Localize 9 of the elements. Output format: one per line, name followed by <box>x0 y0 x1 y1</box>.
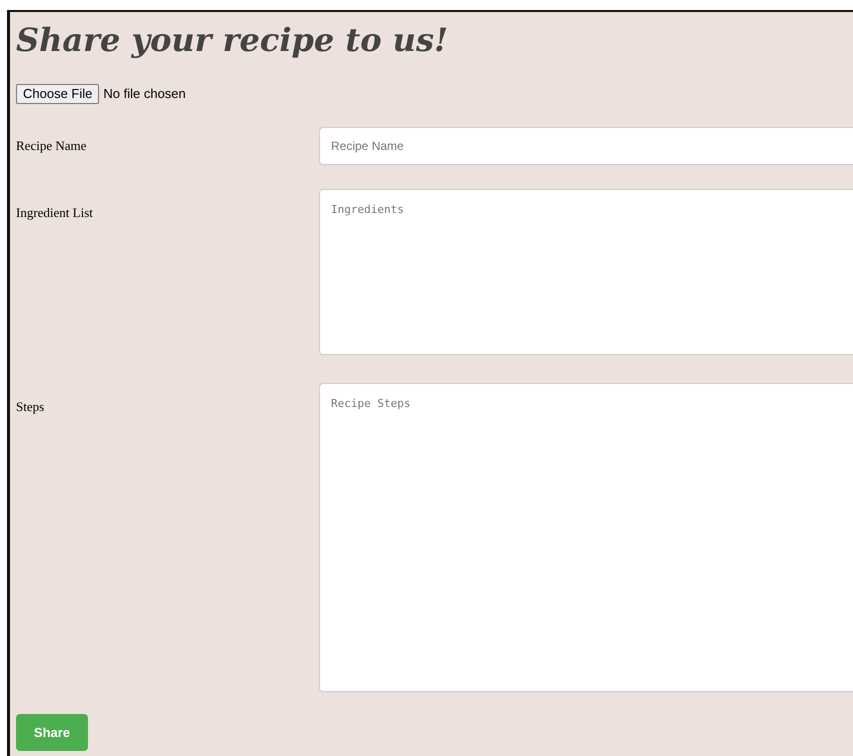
field-label: Ingredient List <box>16 204 94 222</box>
page-title: Share your recipe to us! <box>16 20 448 60</box>
choose-file-button[interactable]: Choose File <box>16 84 100 104</box>
input-field[interactable]: Recipe Name <box>319 127 853 165</box>
field-label: Recipe Name <box>16 137 88 156</box>
field-label: Steps <box>16 398 46 416</box>
text-area[interactable]: Ingredients <box>319 189 853 355</box>
text-area[interactable]: Recipe Steps <box>319 383 853 692</box>
file-status: No file chosen <box>103 85 186 104</box>
